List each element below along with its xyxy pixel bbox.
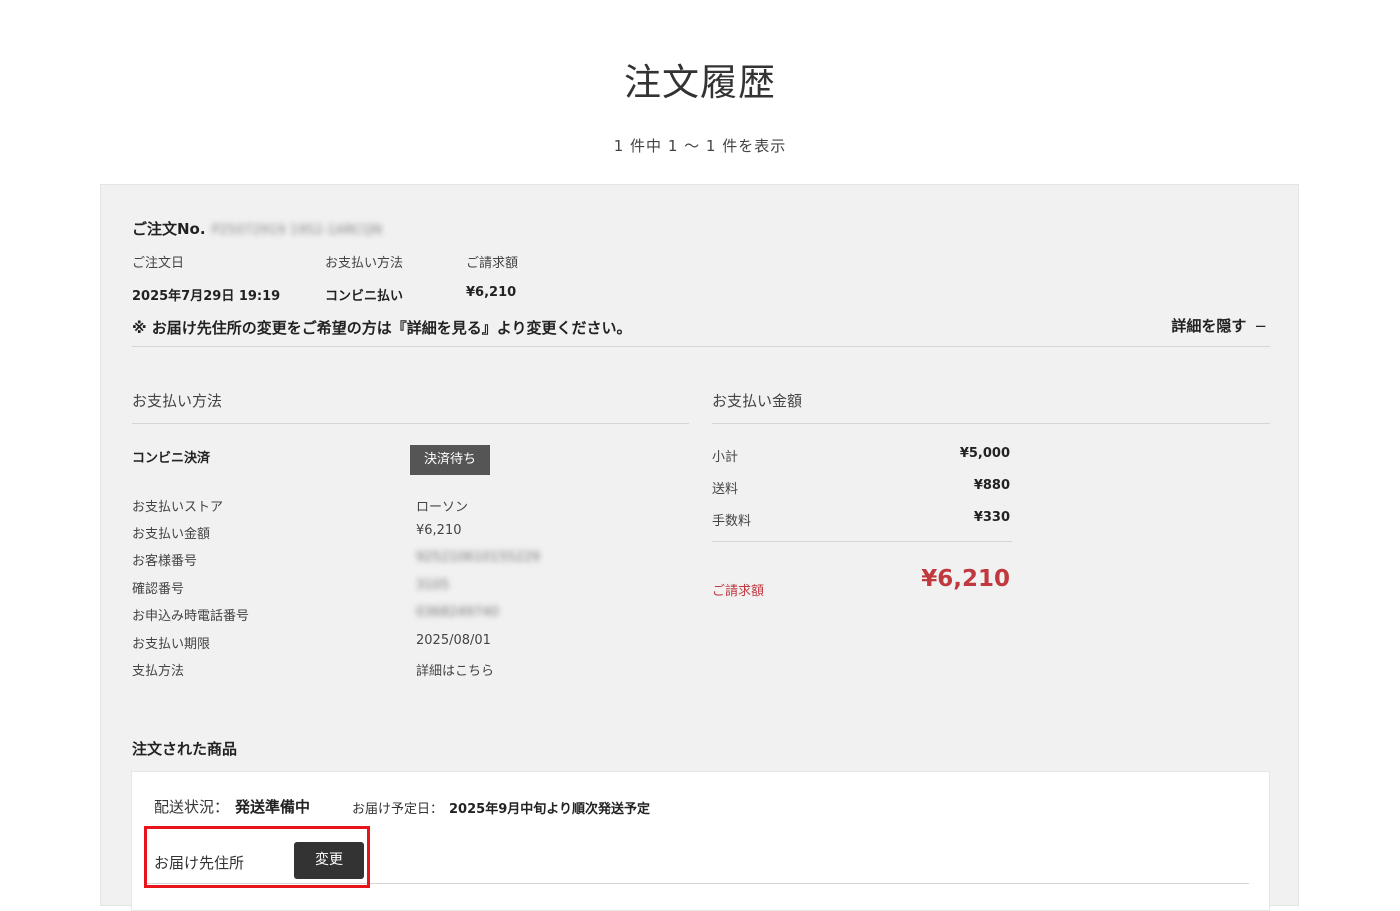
order-number-label: ご注文No. [132,220,206,238]
billing-amount-value: ¥6,210 [466,285,517,300]
shipping-status-label: 配送状況： [154,798,230,816]
ordered-item-box: 配送状況： 発送準備中 お届け予定日： 2025年9月中旬より順次発送予定 お届け先… [131,771,1270,911]
delivery-date-value: 2025年9月中旬より順次発送予定 [449,802,650,817]
payment-amount-label: お支払い金額 [132,527,211,542]
customer-number-value: 925210610155229 [416,550,541,565]
payment-details-link[interactable]: 詳細はこちら [416,660,494,679]
handling-fee-label: 手数料 [712,514,752,529]
confirmation-number-label: 確認番号 [132,582,185,597]
item-divider [144,883,1249,884]
confirmation-number-value: 3105 [416,578,450,593]
phone-number-value: 0368249740 [416,605,499,620]
address-change-notice: ※ お届け先住所の変更をご希望の方は『詳細を見る』より変更ください。 [132,319,632,337]
payment-store-label: お支払いストア [132,500,224,515]
ordered-items-title: 注文された商品 [132,740,238,758]
order-date-value: 2025年7月29日 19:19 [132,289,281,304]
payment-instructions-label: 支払方法 [132,664,185,679]
handling-fee-value: ¥330 [973,510,1010,525]
payment-deadline-value: 2025/08/01 [416,633,491,648]
change-address-button[interactable]: 変更 [294,842,364,879]
delivery-address-label: お届け先住所 [154,854,245,872]
payment-method-value: コンビニ払い [325,289,404,304]
order-number-value: P25072919 1952-1ARCQN [211,223,383,238]
payment-method-label: お支払い方法 [325,256,404,271]
shipping-fee-value: ¥880 [973,478,1010,493]
customer-number-label: お客様番号 [132,554,198,569]
amount-total-divider [712,541,1012,542]
payment-section-title: お支払い方法 [132,392,223,410]
order-card: ご注文No. P25072919 1952-1ARCQN ご注文日 お支払い方法 … [100,184,1299,911]
order-number: ご注文No. P25072919 1952-1ARCQN [132,218,382,239]
payment-method-name: コンビニ決済 [132,451,211,466]
shipping-status: 配送状況： 発送準備中 [154,796,310,817]
hide-details-toggle[interactable]: 詳細を隠す − [1171,315,1267,336]
shipping-status-value: 発送準備中 [235,798,311,816]
shipping-fee-label: 送料 [712,482,739,497]
minus-icon: − [1254,317,1267,335]
order-date-label: ご注文日 [132,256,185,271]
amount-section-title: お支払い金額 [712,392,803,410]
total-label: ご請求額 [712,584,765,599]
total-value: ¥6,210 [921,566,1010,592]
payment-amount-value: ¥6,210 [416,523,462,538]
delivery-date: お届け予定日： 2025年9月中旬より順次発送予定 [352,798,650,817]
subtotal-value: ¥5,000 [959,446,1010,461]
delivery-date-label: お届け予定日： [352,802,444,817]
page-title: 注文履歴 [624,61,776,104]
header-divider [132,346,1270,347]
result-count: 1 件中 1 〜 1 件を表示 [613,137,787,155]
status-badge: 決済待ち [410,445,490,475]
subtotal-label: 小計 [712,450,739,465]
billing-amount-label: ご請求額 [466,256,519,271]
payment-store-value: ローソン [416,500,469,515]
phone-number-label: お申込み時電話番号 [132,609,250,624]
hide-details-label: 詳細を隠す [1171,317,1247,335]
payment-deadline-label: お支払い期限 [132,637,211,652]
amount-section-divider [712,423,1270,424]
payment-section-divider [132,423,689,424]
